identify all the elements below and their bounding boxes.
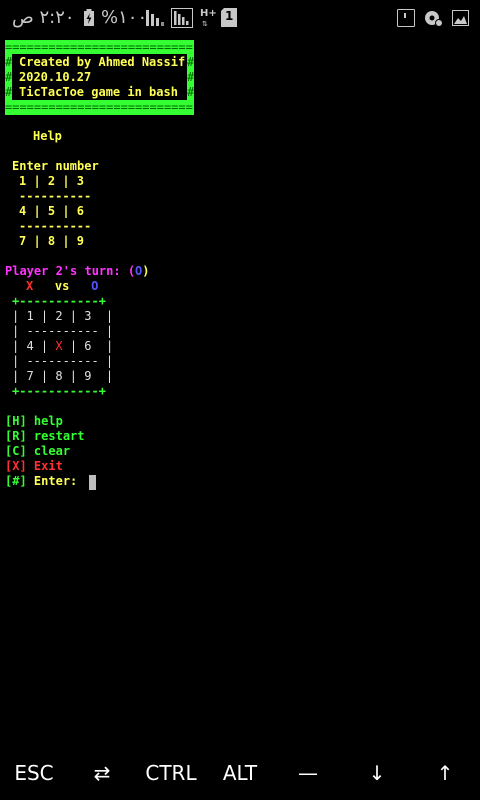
menu-key: [C]: [5, 444, 27, 458]
banner-border-chars: #: [187, 85, 195, 99]
menu-enter-prompt: [#] Enter:: [5, 474, 77, 489]
board-divider: | ---------- |: [12, 354, 114, 368]
tab-key[interactable]: ⇄: [68, 750, 136, 796]
enter-number-label: Enter number: [12, 159, 99, 173]
board-divider: | ---------- |: [12, 324, 114, 338]
menu-key: [#]: [5, 474, 27, 488]
banner-line-author: Created by Ahmed Nassif: [19, 55, 186, 69]
vs-label: vs: [54, 279, 70, 293]
network-type: H+: [200, 8, 217, 19]
menu-key: [X]: [5, 459, 27, 473]
help-row: 7 | 8 | 9: [19, 234, 85, 248]
banner-border-chars: ==========================: [5, 100, 193, 114]
turn-label: Player 2's turn: (: [5, 264, 136, 278]
down-arrow-key[interactable]: ↓: [343, 750, 411, 796]
help-row: 4 | 5 | 6: [19, 204, 85, 218]
status-time: ٢:٢٠ ص: [12, 7, 75, 28]
board-border-top: +-----------+: [12, 294, 106, 308]
menu-restart: [R] restart: [5, 429, 85, 444]
banner-border-chars: #: [187, 55, 195, 69]
dash-key[interactable]: —: [274, 750, 342, 796]
turn-close: ): [142, 264, 150, 278]
extra-keys-bar: ESC ⇄ CTRL ALT — ↓ ↑: [0, 750, 480, 800]
menu-label: Enter:: [33, 474, 78, 488]
board-cells-right: | 6 |: [62, 339, 114, 353]
board-row: | 1 | 2 | 3 |: [12, 309, 114, 323]
terminal-output[interactable]: Created by Ahmed Nassif 2020.10.27 TicTa…: [0, 38, 480, 750]
help-divider: ----------: [19, 219, 92, 233]
menu-key: [R]: [5, 429, 27, 443]
help-divider: ----------: [19, 189, 92, 203]
terminal-notification-icon: [397, 9, 415, 27]
menu-help: [H] help: [5, 414, 63, 429]
players-line: X vs O: [26, 279, 98, 294]
banner-line-date: 2020.10.27: [19, 70, 92, 84]
up-arrow-key[interactable]: ↑: [411, 750, 479, 796]
banner-border-chars: #: [187, 70, 195, 84]
menu-clear: [C] clear: [5, 444, 70, 459]
turn-line: Player 2's turn: (O): [5, 264, 150, 279]
menu-label: help: [33, 414, 63, 428]
banner-border-chars: #: [5, 55, 13, 69]
help-title: Help: [33, 129, 62, 143]
data-activity-icon: ⇅: [202, 20, 208, 28]
menu-exit: [X] Exit: [5, 459, 63, 474]
banner-border-chars: #: [5, 70, 13, 84]
ctrl-key[interactable]: CTRL: [137, 750, 205, 796]
text-cursor[interactable]: [89, 475, 96, 490]
help-row: 1 | 2 | 3: [19, 174, 85, 188]
menu-label: clear: [33, 444, 71, 458]
sim-slot-number: 1: [225, 9, 234, 23]
menu-key: [H]: [5, 414, 27, 428]
signal-strength-icon: [146, 10, 164, 26]
board-mark-x: X: [55, 339, 63, 353]
gallery-notification-icon: [452, 10, 469, 26]
esc-key[interactable]: ESC: [0, 750, 68, 796]
board-cells-left: | 4 |: [12, 339, 56, 353]
alt-key[interactable]: ALT: [206, 750, 274, 796]
banner-border-chars: ==========================: [5, 40, 193, 54]
banner-box: Created by Ahmed Nassif 2020.10.27 TicTa…: [5, 40, 194, 115]
board-row: | 7 | 8 | 9 |: [12, 369, 114, 383]
board-row: | 4 | X | 6 |: [12, 339, 113, 354]
banner-line-title: TicTacToe game in bash: [19, 85, 178, 99]
signal-strength-sim2-icon: [171, 8, 193, 28]
status-bar: ٢:٢٠ ص %١٠٠ H+ ⇅ 1: [0, 0, 480, 36]
menu-label: Exit: [33, 459, 63, 473]
termux-screen: ٢:٢٠ ص %١٠٠ H+ ⇅ 1 Created by Ahmed Nass…: [0, 0, 480, 800]
player-o: O: [91, 279, 99, 293]
menu-label: restart: [33, 429, 85, 443]
battery-percent: %١٠٠: [101, 7, 148, 28]
settings-notification-icon: [425, 11, 443, 27]
board-border-bottom: +-----------+: [12, 384, 106, 398]
banner-border-chars: #: [5, 85, 13, 99]
battery-charging-icon: [84, 9, 94, 26]
